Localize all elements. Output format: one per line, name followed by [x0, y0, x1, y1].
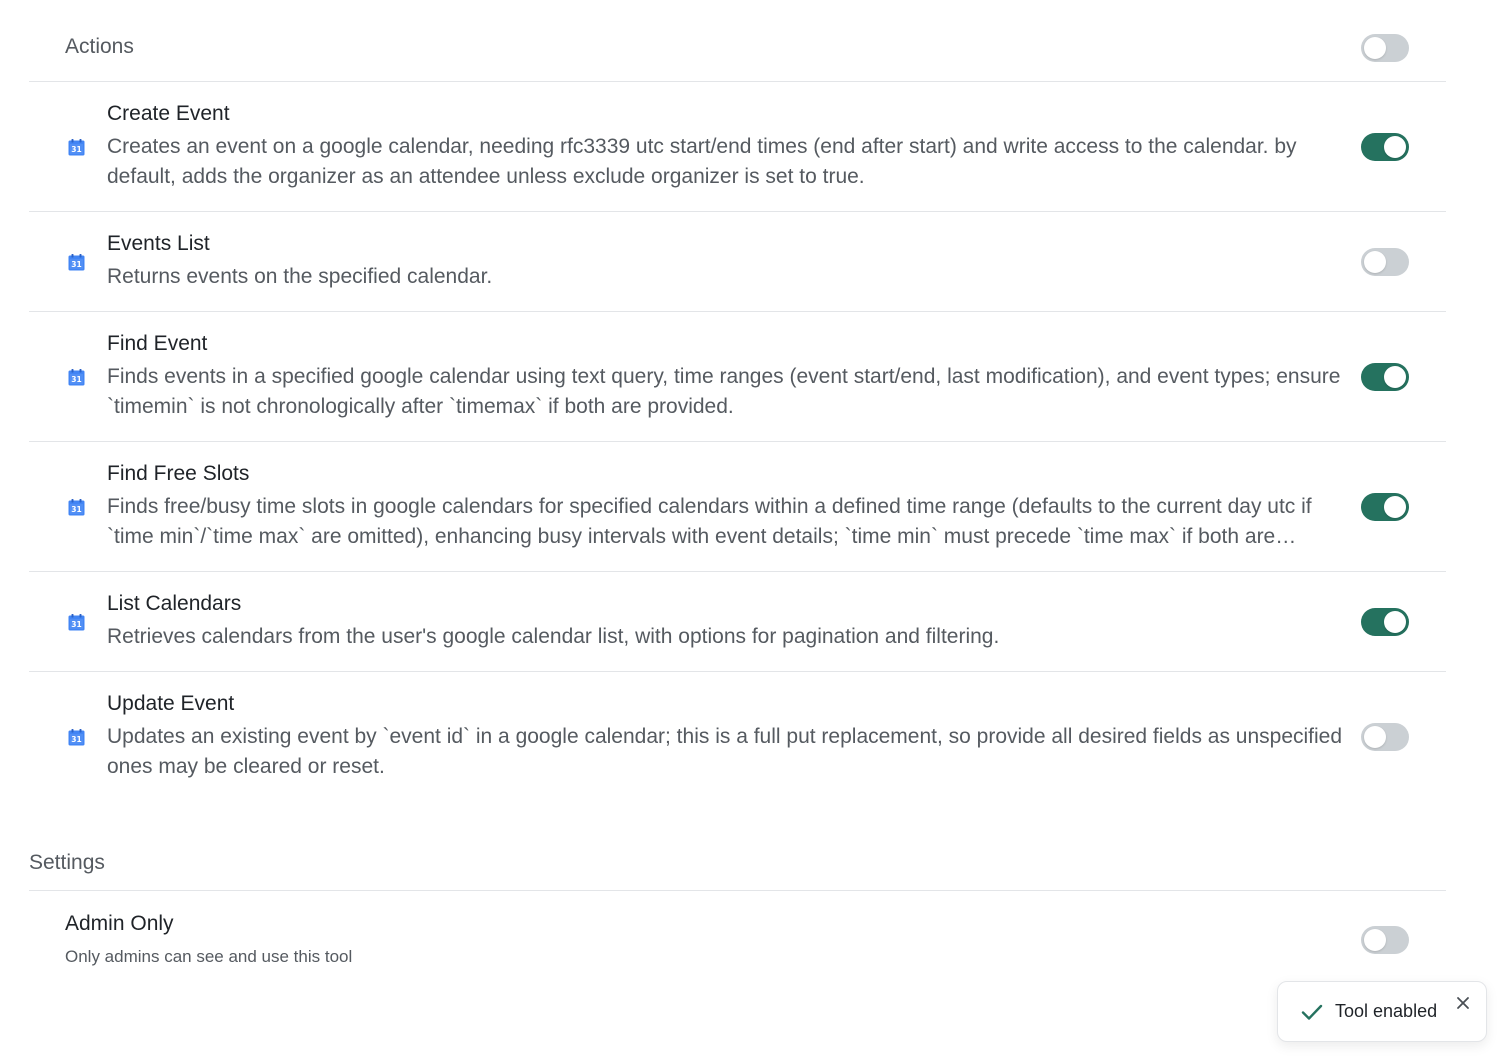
action-row-update-event: 31 Update Event Updates an existing event … [29, 672, 1446, 802]
action-toggle-events-list[interactable] [1361, 248, 1409, 276]
google-calendar-icon: 31 [68, 139, 85, 156]
action-row-find-event: 31 Find Event Finds events in a specified … [29, 312, 1446, 442]
toggle-knob [1384, 136, 1406, 158]
google-calendar-icon: 31 [68, 729, 85, 746]
check-icon [1301, 1004, 1323, 1020]
toggle-knob [1364, 929, 1386, 951]
settings-divider [29, 890, 1446, 891]
action-name: Find Event [107, 332, 208, 355]
settings-title: Settings [29, 851, 105, 874]
actions-section-header: Actions [29, 0, 1446, 82]
action-toggle-create-event[interactable] [1361, 133, 1409, 161]
action-row-events-list: 31 Events List Returns events on the speci… [29, 212, 1446, 312]
google-calendar-icon: 31 [68, 369, 85, 386]
tool-settings-page: Actions 31 Create Event Creates an event o… [0, 0, 1506, 1059]
action-description: Creates an event on a google calendar, n… [107, 135, 1297, 188]
toggle-knob [1364, 726, 1386, 748]
action-row-list-calendars: 31 List Calendars Retrieves calendars from… [29, 572, 1446, 672]
action-toggle-list-calendars[interactable] [1361, 608, 1409, 636]
admin-only-description: Only admins can see and use this tool [65, 947, 353, 966]
svg-text:31: 31 [71, 260, 81, 269]
toggle-knob [1364, 37, 1386, 59]
svg-text:31: 31 [71, 375, 81, 384]
close-icon[interactable] [1455, 995, 1471, 1011]
toggle-knob [1384, 611, 1406, 633]
admin-only-label: Admin Only [65, 912, 174, 935]
google-calendar-icon: 31 [68, 499, 85, 516]
actions-title: Actions [65, 35, 134, 58]
svg-text:31: 31 [71, 735, 81, 744]
action-name: Events List [107, 232, 210, 255]
action-description: Finds free/busy time slots in google cal… [107, 495, 1312, 548]
svg-text:31: 31 [71, 505, 81, 514]
toast-notification: Tool enabled [1277, 981, 1487, 1042]
toast-message: Tool enabled [1335, 1001, 1438, 1021]
action-description: Retrieves calendars from the user's goog… [107, 625, 1000, 648]
action-description: Returns events on the specified calendar… [107, 265, 493, 288]
google-calendar-icon: 31 [68, 614, 85, 631]
action-toggle-find-event[interactable] [1361, 363, 1409, 391]
toggle-knob [1384, 496, 1406, 518]
svg-text:31: 31 [71, 620, 81, 629]
action-row-create-event: 31 Create Event Creates an event on a goog… [29, 82, 1446, 212]
action-name: List Calendars [107, 592, 242, 615]
action-name: Create Event [107, 102, 230, 125]
toggle-knob [1384, 366, 1406, 388]
google-calendar-icon: 31 [68, 254, 85, 271]
svg-text:31: 31 [71, 145, 81, 154]
action-toggle-update-event[interactable] [1361, 723, 1409, 751]
admin-only-toggle[interactable] [1361, 926, 1409, 954]
action-description: Finds events in a specified google calen… [107, 365, 1341, 418]
action-toggle-find-free-slots[interactable] [1361, 493, 1409, 521]
action-name: Update Event [107, 692, 235, 715]
action-row-find-free-slots: 31 Find Free Slots Finds free/busy time sl… [29, 442, 1446, 572]
action-name: Find Free Slots [107, 462, 250, 485]
action-description: Updates an existing event by `event id` … [107, 725, 1343, 778]
actions-master-toggle[interactable] [1361, 34, 1409, 62]
toggle-knob [1364, 251, 1386, 273]
